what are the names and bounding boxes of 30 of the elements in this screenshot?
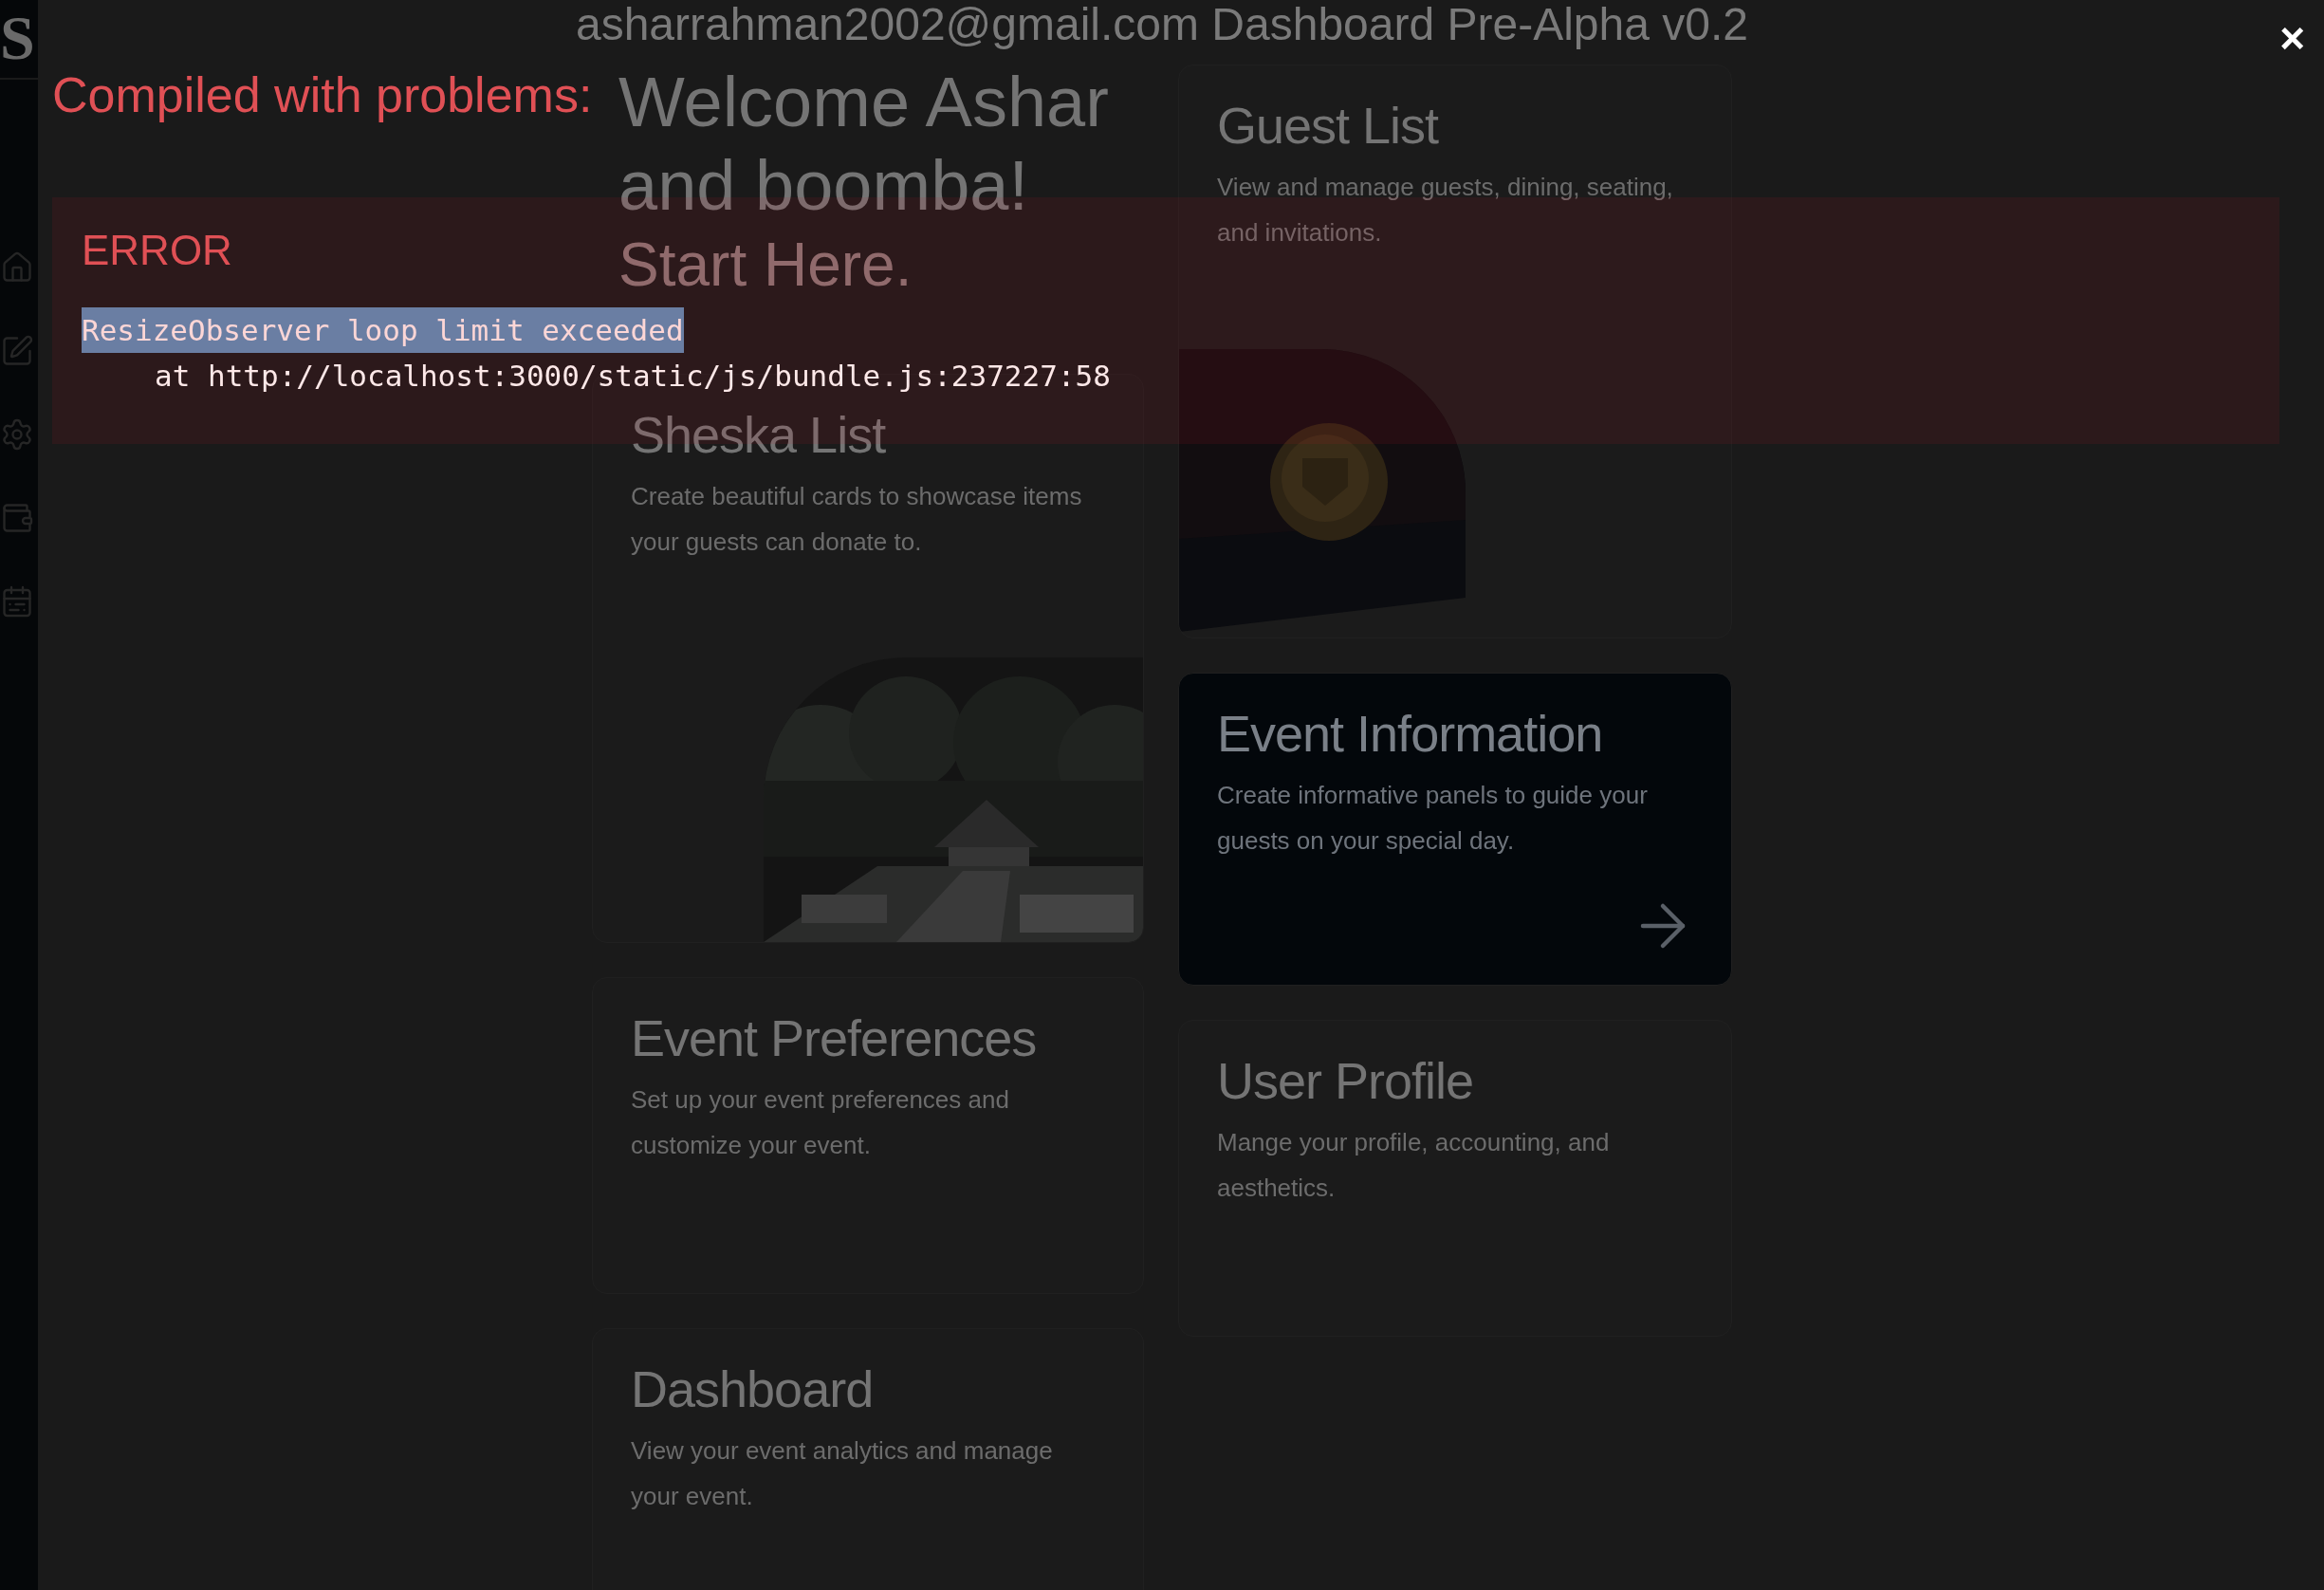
page-title: asharrahman2002@gmail.com Dashboard Pre-Alpha v0.2: [575, 0, 1748, 49]
home-icon[interactable]: [0, 250, 34, 285]
error-message: ResizeObserver loop limit exceeded: [82, 307, 684, 353]
card-description: Set up your event preferences and customize your event.: [631, 1084, 1010, 1161]
card[interactable]: Dashboard View your event analytics and manage your event.: [592, 1328, 1144, 1590]
card-title: Dashboard: [631, 1359, 875, 1419]
card-description: View your event analytics and manage your event.: [631, 1435, 1054, 1512]
card-description: Create beautiful cards to showcase items your guests can donate to.: [631, 481, 1083, 558]
overlay-title: Compiled with problems:: [52, 66, 593, 124]
wallet-icon[interactable]: [0, 501, 34, 535]
card-title: Guest List: [1217, 96, 1440, 156]
settings-icon[interactable]: [0, 417, 34, 452]
logo[interactable]: S: [0, 0, 38, 80]
card[interactable]: Guest List View and manage guests, dining, seating, and invitations.: [1178, 65, 1732, 638]
welcome-heading: Welcome Ashar and boomba!: [618, 62, 1110, 227]
card-title: Event Information: [1217, 704, 1604, 764]
calendar-icon[interactable]: [0, 584, 34, 619]
card[interactable]: User Profile Mange your profile, accounting, and aesthetics.: [1178, 1020, 1732, 1337]
card-dark[interactable]: Event Information Create informative panels to guide your guests on your special day.: [1178, 673, 1732, 986]
card-title: Event Preferences: [631, 1008, 1038, 1068]
card-description: Create informative panels to guide your guests on your special day.: [1217, 780, 1649, 857]
edit-icon[interactable]: [0, 334, 34, 368]
close-button[interactable]: ×: [2274, 15, 2311, 61]
start-heading: Start Here.: [618, 231, 913, 298]
card-title: Sheska List: [631, 405, 887, 465]
card[interactable]: Event Preferences Set up your event preferences and customize your event.: [592, 977, 1144, 1294]
error-label: ERROR: [82, 226, 232, 275]
card-description: View and manage guests, dining, seating, and invitations.: [1217, 172, 1674, 249]
card-title: User Profile: [1217, 1051, 1475, 1111]
card-description: Mange your profile, accounting, and aesthetics.: [1217, 1127, 1611, 1204]
